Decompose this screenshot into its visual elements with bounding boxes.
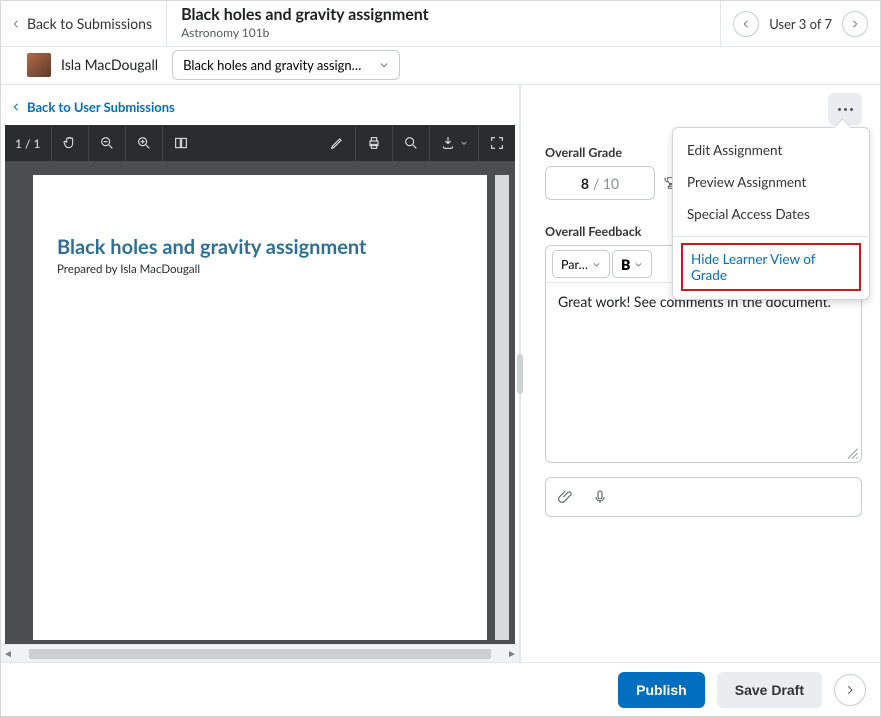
pan-tool-button[interactable] (52, 125, 89, 161)
menu-item-hide-grade[interactable]: Hide Learner View of Grade (681, 243, 861, 291)
chevron-down-icon (379, 60, 389, 70)
search-icon (403, 135, 419, 151)
back-to-user-submissions[interactable]: Back to User Submissions (1, 85, 519, 125)
page-layout-button[interactable] (163, 125, 199, 161)
document-title: Black holes and gravity assignment (57, 235, 463, 259)
menu-item-preview[interactable]: Preview Assignment (673, 166, 869, 198)
bold-button[interactable]: B (612, 250, 652, 278)
menu-item-edit[interactable]: Edit Assignment (673, 134, 869, 166)
assignment-title: Black holes and gravity assignment (181, 5, 706, 24)
title-block: Black holes and gravity assignment Astro… (167, 1, 720, 46)
grade-out-of: / 10 (593, 175, 619, 192)
save-draft-button[interactable]: Save Draft (717, 672, 822, 708)
chevron-left-icon (11, 102, 21, 112)
attachment-bar (545, 477, 862, 517)
pencil-icon (329, 135, 345, 151)
print-button[interactable] (356, 125, 393, 161)
feedback-textarea[interactable]: Great work! See comments in the document… (546, 283, 861, 462)
record-audio-button[interactable] (592, 489, 608, 505)
prev-user-button[interactable] (733, 11, 759, 37)
submission-select[interactable]: Black holes and gravity assign… (172, 50, 400, 80)
viewer-toolbar: 1 / 1 (5, 125, 515, 161)
chevron-left-icon (741, 19, 751, 29)
document-viewer: 1 / 1 (5, 125, 515, 644)
page-layout-icon (173, 135, 189, 151)
left-pane: Back to User Submissions 1 / 1 (1, 85, 521, 662)
avatar (27, 53, 51, 77)
student-name: Isla MacDougall (61, 56, 158, 73)
download-icon (440, 135, 456, 151)
grade-score: 8 (581, 175, 589, 192)
fullscreen-icon (489, 135, 505, 151)
zoom-out-button[interactable] (89, 125, 126, 161)
zoom-in-icon (136, 135, 152, 151)
resize-grip-icon[interactable] (845, 446, 859, 460)
annotate-button[interactable] (319, 125, 356, 161)
back-to-submissions-label: Back to Submissions (27, 15, 152, 32)
user-pager-text: User 3 of 7 (769, 16, 832, 32)
chevron-down-icon (460, 139, 468, 147)
grade-input[interactable]: 8 / 10 (545, 166, 655, 200)
student-row: Isla MacDougall Black holes and gravity … (1, 47, 880, 85)
horizontal-scrollbar[interactable]: ◄ ► (1, 644, 519, 662)
pane-splitter[interactable] (517, 354, 523, 394)
publish-button[interactable]: Publish (618, 672, 705, 708)
back-to-user-submissions-label: Back to User Submissions (27, 99, 175, 115)
document-prepared: Prepared by Isla MacDougall (57, 263, 463, 276)
download-menu-button[interactable] (430, 125, 479, 161)
grading-pane: Edit Assignment Preview Assignment Speci… (521, 85, 880, 662)
fullscreen-button[interactable] (479, 125, 515, 161)
footer-bar: Publish Save Draft (1, 662, 880, 716)
course-name: Astronomy 101b (181, 25, 706, 40)
chevron-right-icon (844, 684, 856, 696)
document-canvas: Black holes and gravity assignment Prepa… (5, 161, 515, 644)
next-submission-button[interactable] (834, 674, 866, 706)
more-actions-menu: Edit Assignment Preview Assignment Speci… (672, 127, 870, 300)
paragraph-style-text: Par… (561, 257, 588, 272)
page-header: Back to Submissions Black holes and grav… (1, 1, 880, 47)
hand-icon (62, 135, 78, 151)
chevron-right-icon (850, 19, 860, 29)
submission-select-label: Black holes and gravity assign… (183, 57, 361, 73)
chevron-down-icon (592, 260, 601, 269)
scroll-right-icon: ► (505, 648, 519, 660)
zoom-in-button[interactable] (126, 125, 163, 161)
menu-item-special[interactable]: Special Access Dates (673, 198, 869, 230)
main-split: Back to User Submissions 1 / 1 (1, 85, 880, 662)
paragraph-style-select[interactable]: Par… (552, 250, 610, 278)
zoom-out-icon (99, 135, 115, 151)
search-button[interactable] (393, 125, 430, 161)
next-user-button[interactable] (842, 11, 868, 37)
user-pager: User 3 of 7 (720, 1, 880, 46)
page-indicator: 1 / 1 (5, 125, 52, 161)
scroll-track (29, 649, 491, 659)
chevron-down-icon (634, 260, 643, 269)
bold-label: B (621, 256, 630, 273)
document-page: Black holes and gravity assignment Prepa… (33, 175, 487, 640)
back-to-submissions[interactable]: Back to Submissions (1, 1, 167, 46)
print-icon (366, 135, 382, 151)
chevron-left-icon (11, 19, 21, 29)
menu-divider (673, 236, 869, 237)
scroll-left-icon: ◄ (1, 648, 15, 660)
attachment-button[interactable] (558, 489, 574, 505)
vertical-scrollbar[interactable] (495, 175, 509, 640)
